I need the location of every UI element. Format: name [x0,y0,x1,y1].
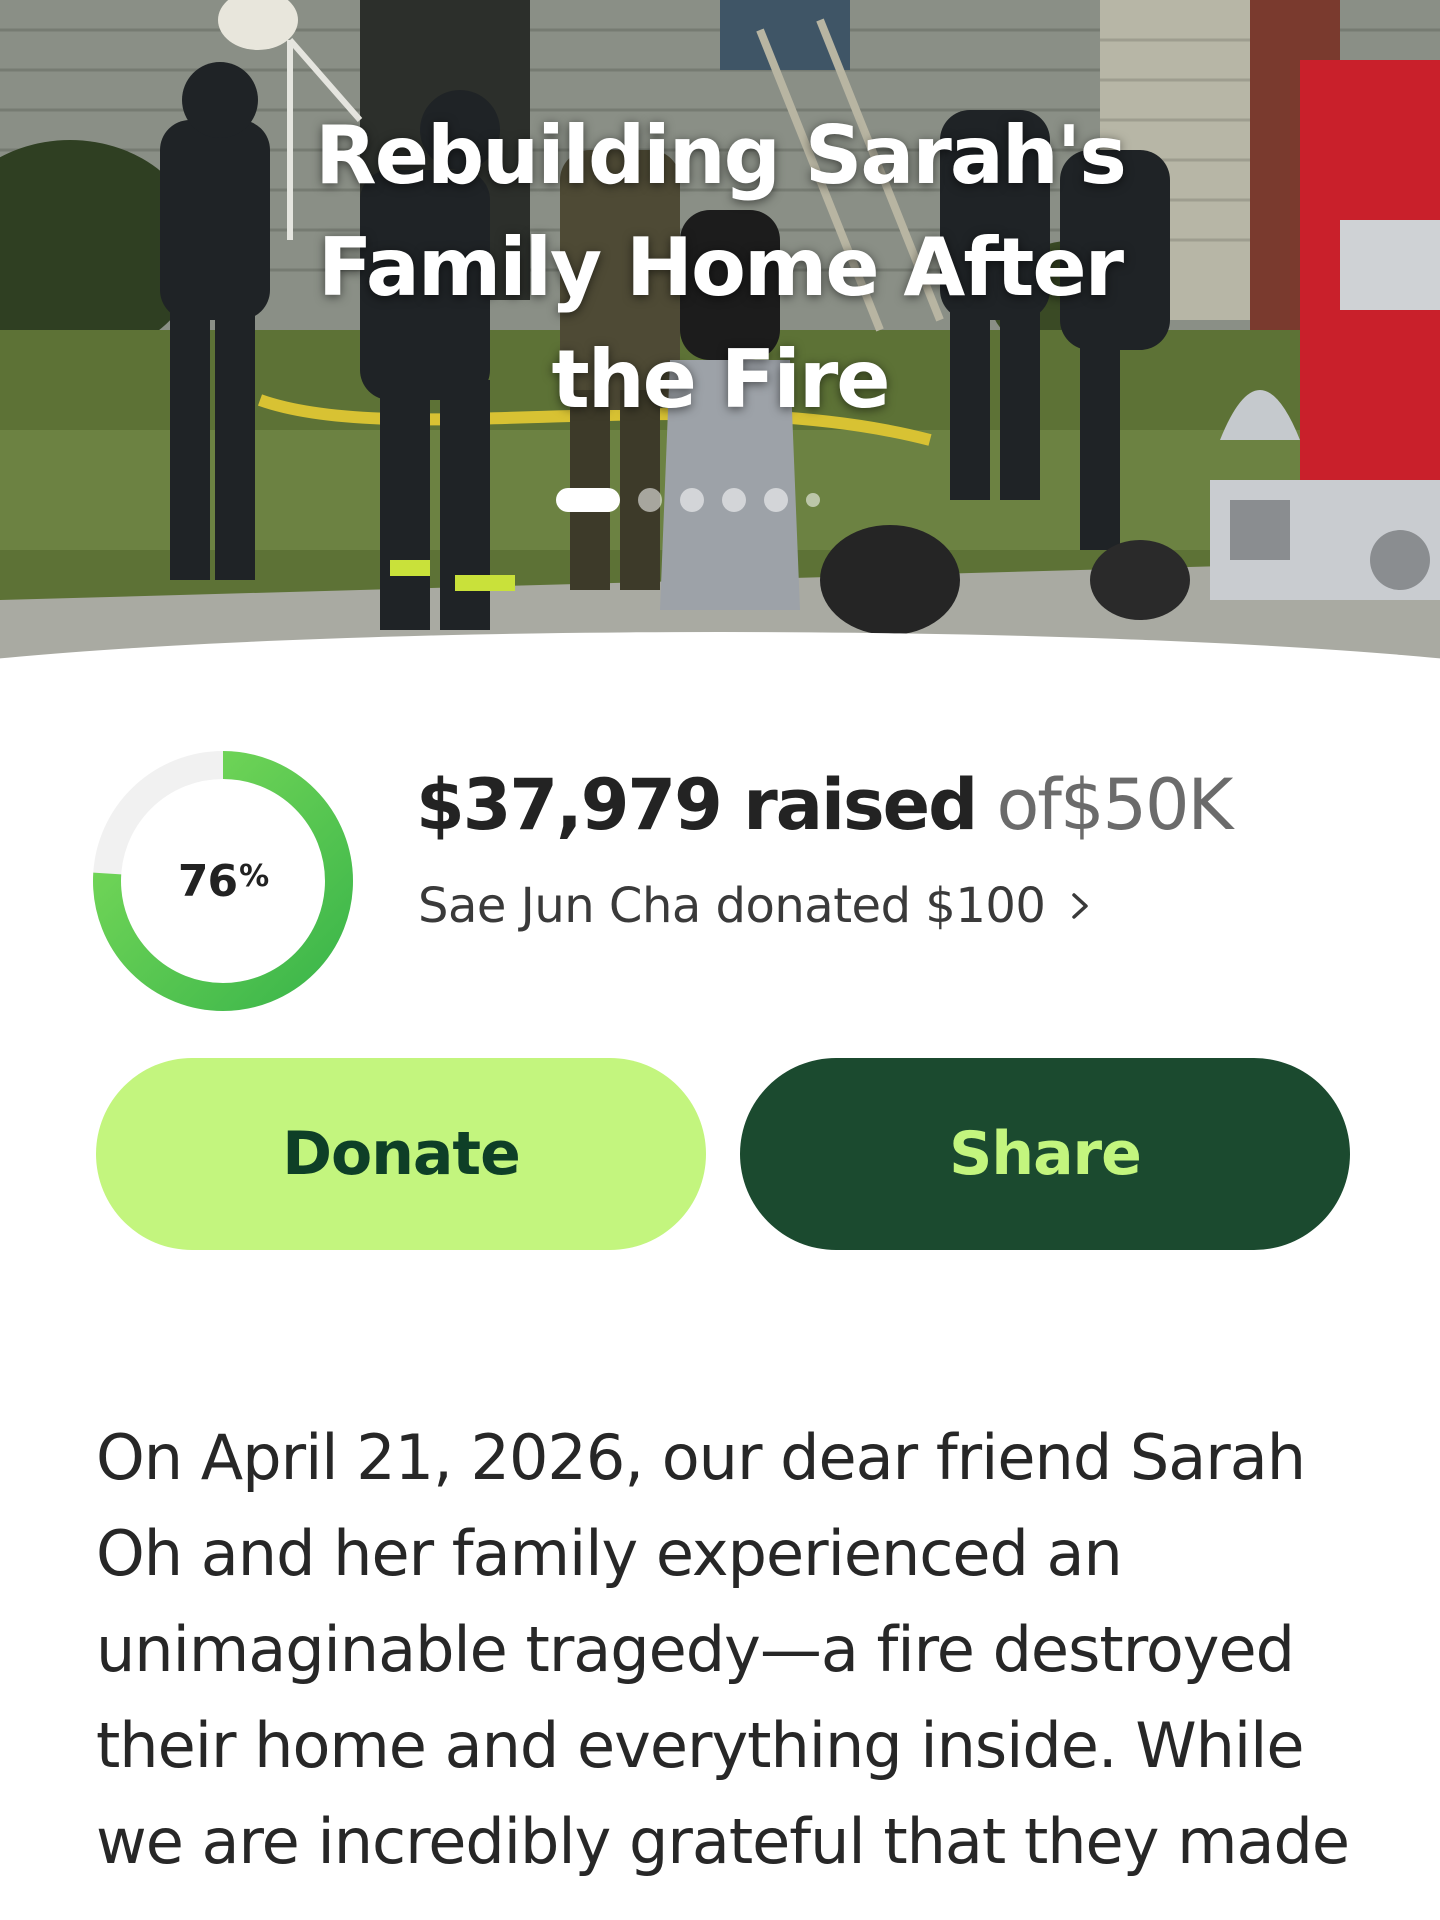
campaign-title: Rebuilding Sarah's Family Home After the… [315,109,1127,426]
carousel-dot-active[interactable] [556,488,620,512]
raised-of-word: of [996,764,1061,846]
donate-button[interactable]: Donate [96,1058,706,1250]
raised-summary: $37,979 raised of$50K [416,762,1234,848]
hero-image[interactable]: Rebuilding Sarah's Family Home After the… [0,0,1440,680]
share-button[interactable]: Share [740,1058,1350,1250]
chevron-right-icon [1072,893,1089,919]
progress-percent-sign: % [239,858,269,894]
progress-ring: 76% [92,750,354,1012]
carousel-dot[interactable] [764,488,788,512]
campaign-story: On April 21, 2026, our dear friend Sarah… [96,1421,1350,1878]
recent-donation-text: Sae Jun Cha donated $100 [418,878,1046,934]
progress-percent-value: 76 [177,855,238,907]
raised-amount: $37,979 raised [416,764,978,846]
carousel-dot[interactable] [680,488,704,512]
carousel-dots[interactable] [556,488,820,512]
fundraiser-page: Rebuilding Sarah's Family Home After the… [0,0,1440,1920]
carousel-dot[interactable] [722,488,746,512]
goal-amount: $50K [1059,764,1234,846]
carousel-dot[interactable] [806,493,820,507]
recent-donation-link[interactable]: Sae Jun Cha donated $100 [418,878,1095,934]
carousel-dot[interactable] [638,488,662,512]
progress-percent: 76% [92,750,354,1012]
